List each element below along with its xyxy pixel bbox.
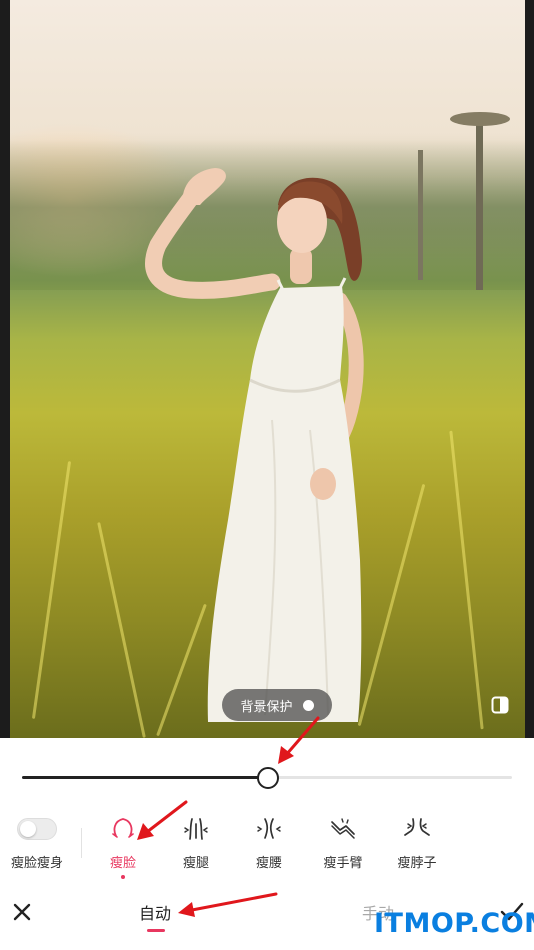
tab-auto[interactable]: 自动 [139, 900, 171, 924]
neck-icon [404, 818, 430, 836]
compare-icon[interactable] [491, 696, 509, 714]
intensity-slider-thumb[interactable] [257, 767, 279, 789]
photo-canvas[interactable]: 背景保护 [10, 0, 525, 738]
tool-label: 瘦脖子 [397, 856, 437, 871]
arm-icon [331, 818, 355, 839]
photo-canvas-area: 背景保护 [0, 0, 534, 738]
tool-slim-legs[interactable]: 瘦腿 [166, 812, 226, 880]
tool-label: 瘦手臂 [323, 856, 363, 871]
tool-slim-neck[interactable]: 瘦脖子 [387, 812, 447, 880]
watermark-text: ITMOP.COM [374, 908, 534, 939]
toggle-knob [20, 821, 36, 837]
background-protect-label: 背景保护 [240, 699, 293, 715]
face-outline-icon [112, 818, 134, 838]
tool-label: 瘦腿 [182, 856, 209, 871]
waist-icon [257, 818, 281, 839]
tool-slim-face[interactable]: 瘦脸 [93, 812, 153, 880]
annotation-arrow [178, 892, 278, 917]
tool-label: 瘦腰 [255, 856, 282, 871]
slim-face-body-toggle[interactable] [17, 818, 57, 840]
tool-slim-arms[interactable]: 瘦手臂 [313, 812, 373, 880]
legs-icon [184, 818, 208, 840]
background-protect-switch-icon [302, 699, 314, 711]
tool-slim-waist[interactable]: 瘦腰 [239, 812, 299, 880]
slim-face-body-label: 瘦脸瘦身 [11, 856, 64, 871]
close-icon[interactable] [10, 900, 34, 924]
tool-label: 瘦脸 [109, 856, 136, 871]
intensity-slider-fill [22, 776, 267, 779]
background-protect-toggle[interactable]: 背景保护 [222, 689, 332, 721]
divider [81, 828, 82, 858]
active-tab-underline [147, 929, 165, 932]
active-indicator-dot [121, 875, 125, 879]
woman-figure [145, 168, 364, 722]
